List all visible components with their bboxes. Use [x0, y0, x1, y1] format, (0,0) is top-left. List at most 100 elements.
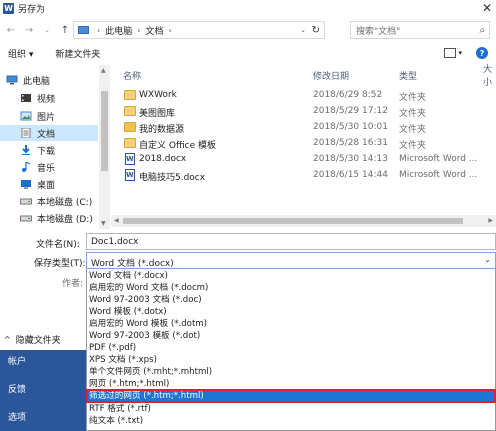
filetype-option[interactable]: XPS 文档 (*.xps) [87, 354, 495, 366]
file-date: 2018/5/29 17:12 [313, 106, 388, 116]
title-bar: W 另存为 ✕ [0, 0, 496, 17]
disk-icon [20, 213, 32, 223]
new-folder-button[interactable]: 新建文件夹 [55, 47, 100, 60]
nav-item-downloads[interactable]: 下载 [0, 142, 98, 158]
file-list: 名称 修改日期 类型 大小 WXWork 2018/6/29 8:52 文件夹 … [111, 65, 496, 215]
address-row: ← → ⌄ ↑ › 此电脑 › 文档 › ⌄ ↻ 搜索"文档" ⌕ [0, 19, 496, 41]
filetype-option[interactable]: 启用宏的 Word 文档 (*.docm) [87, 282, 495, 294]
backstage-panel: 帐户 反馈 选项 [0, 350, 86, 431]
search-icon[interactable]: ⌕ [479, 25, 485, 36]
documents-icon [20, 128, 32, 138]
pc-icon [6, 75, 18, 85]
word-doc-icon [125, 153, 135, 165]
close-icon[interactable]: ✕ [482, 1, 492, 15]
column-header-type[interactable]: 类型 [399, 67, 417, 83]
nav-item-label: 桌面 [37, 180, 56, 191]
filetype-option[interactable]: 网页 (*.htm;*.html) [87, 378, 495, 390]
filetype-option[interactable]: 单个文件网页 (*.mht;*.mhtml) [87, 366, 495, 378]
refresh-icon[interactable]: ↻ [312, 25, 320, 36]
chevron-right-icon[interactable]: › [97, 26, 100, 35]
filename-label: 文件名(N): [36, 240, 80, 250]
scroll-left-icon[interactable]: ◀ [114, 217, 119, 224]
chevron-right-icon[interactable]: › [168, 26, 171, 35]
scroll-down-icon[interactable]: ▼ [101, 220, 106, 227]
file-date: 2018/6/29 8:52 [313, 90, 383, 100]
file-row[interactable]: 我的数据源 2018/5/30 10:01 文件夹 [111, 119, 496, 135]
chevron-down-icon[interactable]: ⌄ [484, 255, 491, 264]
file-row[interactable]: WXWork 2018/6/29 8:52 文件夹 [111, 87, 496, 103]
toolbar: 组织 ▾ 新建文件夹 ▾ ? [0, 43, 496, 63]
nav-item-pictures[interactable]: 图片 [0, 108, 98, 124]
filetype-option[interactable]: Word 文档 (*.docx) [87, 270, 495, 282]
nav-item-videos[interactable]: 视频 [0, 90, 98, 106]
hide-folders-button[interactable]: ^ 隐藏文件夹 [4, 333, 61, 346]
recent-locations-icon[interactable]: ⌄ [40, 23, 54, 37]
help-icon[interactable]: ? [476, 47, 488, 59]
search-placeholder: 搜索"文档" [356, 26, 401, 37]
filetype-label: 保存类型(T): [34, 259, 86, 269]
disk-icon [20, 196, 32, 206]
nav-item-disk-c[interactable]: 本地磁盘 (C:) [0, 193, 98, 209]
file-date: 2018/5/30 14:13 [313, 154, 388, 164]
address-bar[interactable]: › 此电脑 › 文档 › ⌄ ↻ [73, 21, 325, 39]
nav-item-desktop[interactable]: 桌面 [0, 176, 98, 192]
filetype-option[interactable]: 纯文本 (*.txt) [87, 415, 495, 427]
nav-item-documents[interactable]: 文档 [0, 125, 98, 141]
filename-field[interactable]: Doc1.docx [86, 233, 496, 250]
backstage-item-account[interactable]: 帐户 [8, 354, 26, 367]
nav-item-label: 此电脑 [23, 76, 51, 87]
file-row[interactable]: 2018.docx 2018/5/30 14:13 Microsoft Word… [111, 151, 496, 167]
back-arrow-icon[interactable]: ← [4, 23, 18, 37]
file-name: 电脑技巧5.docx [139, 173, 206, 183]
nav-item-label: 下载 [37, 146, 56, 157]
filetype-option[interactable]: Word 97-2003 模板 (*.dot) [87, 330, 495, 342]
file-date: 2018/6/15 14:44 [313, 170, 388, 180]
search-input[interactable]: 搜索"文档" ⌕ [350, 21, 490, 39]
nav-item-music[interactable]: 音乐 [0, 159, 98, 175]
file-row[interactable]: 美图图库 2018/5/29 17:12 文件夹 [111, 103, 496, 119]
folder-icon [124, 138, 136, 148]
filetype-option[interactable]: Word 模板 (*.dotx) [87, 306, 495, 318]
chevron-down-icon[interactable]: ▾ [458, 49, 462, 57]
nav-item-this-pc[interactable]: 此电脑 [0, 72, 98, 88]
filetype-select[interactable]: Word 文档 (*.docx) ⌄ [86, 252, 496, 269]
nav-item-label: 本地磁盘 (C:) [37, 197, 93, 208]
nav-item-label: 图片 [37, 112, 56, 123]
word-doc-icon [125, 169, 135, 181]
column-header-date[interactable]: 修改日期 [313, 67, 349, 83]
column-header-name[interactable]: 名称 [123, 67, 141, 83]
chevron-right-icon[interactable]: › [137, 26, 140, 35]
filetype-option[interactable]: 启用宏的 Word 模板 (*.dotm) [87, 318, 495, 330]
nav-scrollbar[interactable]: ▲ ▼ [99, 65, 110, 229]
nav-item-label: 文档 [37, 129, 56, 140]
view-options-icon[interactable] [444, 48, 457, 58]
folder-icon [124, 106, 136, 116]
scroll-thumb[interactable] [123, 218, 463, 224]
file-row[interactable]: 自定义 Office 模板 2018/5/28 16:31 文件夹 [111, 135, 496, 151]
forward-arrow-icon[interactable]: → [22, 23, 36, 37]
horizontal-scrollbar[interactable]: ◀ ▶ [111, 215, 496, 227]
file-row[interactable]: 电脑技巧5.docx 2018/6/15 14:44 Microsoft Wor… [111, 167, 496, 183]
scroll-thumb[interactable] [101, 91, 108, 171]
file-name: WXWork [139, 90, 177, 100]
breadcrumb-this-pc[interactable]: 此电脑 [105, 24, 132, 37]
filetype-option[interactable]: Word 97-2003 文档 (*.doc) [87, 294, 495, 306]
window-title: 另存为 [18, 5, 46, 15]
nav-item-disk-d[interactable]: 本地磁盘 (D:) [0, 210, 98, 226]
up-arrow-icon[interactable]: ↑ [58, 23, 72, 37]
filetype-option-highlighted[interactable]: 筛选过的网页 (*.htm;*.html) [86, 389, 496, 403]
scroll-right-icon[interactable]: ▶ [488, 217, 493, 224]
nav-item-label: 视频 [37, 94, 56, 105]
column-header-size[interactable]: 大小 [483, 65, 496, 88]
scroll-up-icon[interactable]: ▲ [101, 67, 106, 74]
desktop-icon [20, 179, 32, 189]
backstage-item-options[interactable]: 选项 [8, 410, 26, 423]
backstage-item-feedback[interactable]: 反馈 [8, 382, 26, 395]
filetype-option[interactable]: RTF 格式 (*.rtf) [87, 403, 495, 415]
folder-icon [124, 90, 136, 100]
chevron-down-icon[interactable]: ⌄ [300, 26, 306, 34]
organize-button[interactable]: 组织 ▾ [8, 47, 33, 60]
file-type: Microsoft Word ... [399, 154, 478, 164]
breadcrumb-documents[interactable]: 文档 [145, 24, 163, 37]
filetype-option[interactable]: PDF (*.pdf) [87, 342, 495, 354]
